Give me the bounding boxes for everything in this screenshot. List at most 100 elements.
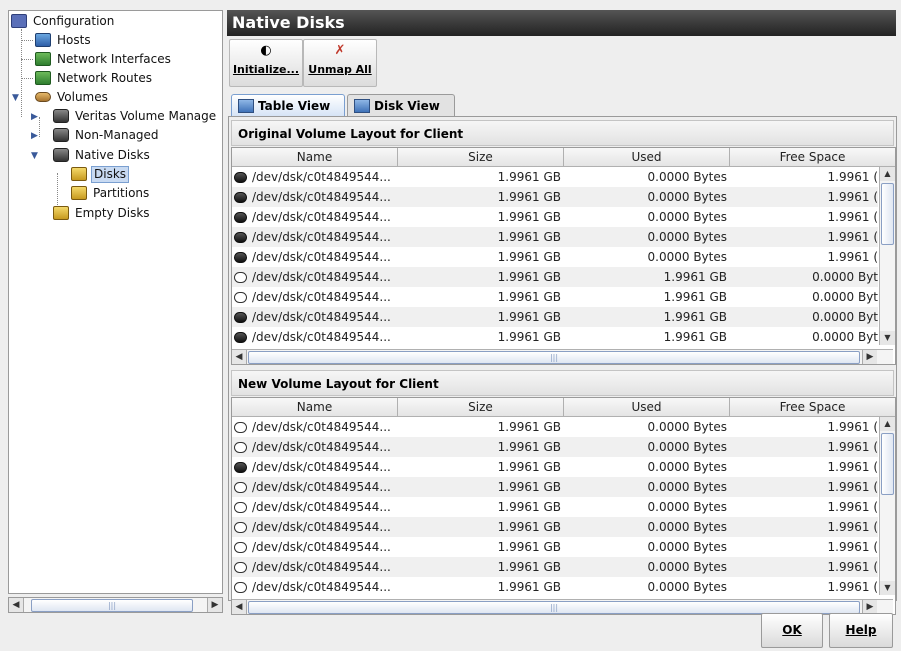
table-row[interactable]: /dev/dsk/c0t4849544... 1.9961 GB 1.9961 GB…	[232, 307, 878, 327]
scrollbar-thumb[interactable]: |||	[248, 351, 860, 364]
expand-toggle-icon[interactable]: ▼	[12, 93, 19, 103]
table-header: Name Size Used Free Space	[232, 398, 895, 417]
tree-item-non-managed[interactable]: Non-Managed	[53, 126, 161, 144]
tree-item-label: Disks	[91, 165, 130, 183]
tree-item-native-disks[interactable]: Native Disks	[53, 146, 152, 164]
table-row[interactable]: /dev/dsk/c0t4849544... 1.9961 GB 0.0000 By…	[232, 417, 878, 437]
table-row[interactable]: /dev/dsk/c0t4849544... 1.9961 GB 0.0000 By…	[232, 207, 878, 227]
cell-free-space: 0.0000 Byt	[812, 270, 878, 284]
unmap-label: Unmap All	[308, 63, 372, 76]
table-row[interactable]: /dev/dsk/c0t4849544... 1.9961 GB 0.0000 By…	[232, 457, 878, 477]
original-vertical-scrollbar[interactable]: ▲ ▼	[879, 167, 895, 345]
tree-item-hosts[interactable]: Hosts	[35, 31, 93, 49]
tree-item-volumes[interactable]: Volumes	[35, 88, 110, 106]
tree-item-network-interfaces[interactable]: Network Interfaces	[35, 50, 173, 68]
table-row[interactable]: /dev/dsk/c0t4849544... 1.9961 GB 0.0000 By…	[232, 227, 878, 247]
disk-filled-icon	[234, 171, 247, 183]
table-row[interactable]: /dev/dsk/c0t4849544... 1.9961 GB 0.0000 By…	[232, 497, 878, 517]
column-header-used[interactable]: Used	[564, 398, 730, 416]
cell-free-space: 1.9961 (	[827, 460, 878, 474]
cell-free-space: 0.0000 Byt	[812, 330, 878, 344]
unmap-all-button[interactable]: ✗ Unmap All	[303, 39, 377, 87]
column-header-size[interactable]: Size	[398, 148, 564, 166]
cell-size: 1.9961 GB	[497, 440, 561, 454]
network-route-icon	[35, 71, 51, 85]
table-row[interactable]: /dev/dsk/c0t4849544... 1.9961 GB 0.0000 By…	[232, 477, 878, 497]
table-row[interactable]: /dev/dsk/c0t4849544... 1.9961 GB 1.9961 GB…	[232, 287, 878, 307]
cell-name: /dev/dsk/c0t4849544...	[232, 477, 398, 497]
tree-item-label: Configuration	[33, 14, 115, 28]
table-row[interactable]: /dev/dsk/c0t4849544... 1.9961 GB 0.0000 By…	[232, 577, 878, 597]
scroll-up-icon[interactable]: ▲	[880, 417, 895, 431]
scroll-left-icon[interactable]: ◀	[232, 600, 247, 614]
scroll-down-icon[interactable]: ▼	[880, 331, 895, 345]
disk-filled-icon	[234, 191, 247, 203]
expand-toggle-icon[interactable]: ▶	[31, 112, 38, 122]
tree-item-disks[interactable]: Disks	[71, 165, 130, 183]
new-layout-table[interactable]: Name Size Used Free Space /dev/dsk/c0t48…	[231, 397, 896, 615]
disk-name: /dev/dsk/c0t4849544...	[252, 520, 391, 534]
cell-free-space: 1.9961 (	[827, 210, 878, 224]
scroll-down-icon[interactable]: ▼	[880, 581, 895, 595]
column-header-name[interactable]: Name	[232, 398, 398, 416]
table-row[interactable]: /dev/dsk/c0t4849544... 1.9961 GB 0.0000 By…	[232, 437, 878, 457]
tree-guide-line	[39, 117, 40, 137]
tree-horizontal-scrollbar[interactable]: ◀ ||| ▶	[8, 597, 223, 613]
cell-size: 1.9961 GB	[497, 290, 561, 304]
cell-free-space: 1.9961 (	[827, 580, 878, 594]
disk-name: /dev/dsk/c0t4849544...	[252, 270, 391, 284]
configuration-tree[interactable]: Configuration Hosts Network Interfaces N…	[8, 10, 223, 594]
cell-used: 0.0000 Bytes	[647, 230, 727, 244]
page-title: Native Disks	[227, 10, 896, 36]
column-header-free-space[interactable]: Free Space	[730, 398, 895, 416]
new-vertical-scrollbar[interactable]: ▲ ▼	[879, 417, 895, 595]
scroll-left-icon[interactable]: ◀	[9, 598, 24, 612]
tree-item-empty-disks[interactable]: Empty Disks	[53, 204, 152, 222]
cell-name: /dev/dsk/c0t4849544...	[232, 287, 398, 307]
scroll-left-icon[interactable]: ◀	[232, 350, 247, 364]
cell-name: /dev/dsk/c0t4849544...	[232, 247, 398, 267]
folder-icon	[71, 167, 87, 181]
tree-item-label: Partitions	[93, 186, 150, 200]
new-horizontal-scrollbar[interactable]: ◀ ||| ▶	[232, 599, 893, 614]
network-interface-icon	[35, 52, 51, 66]
scroll-right-icon[interactable]: ▶	[207, 598, 222, 612]
table-row[interactable]: /dev/dsk/c0t4849544... 1.9961 GB 0.0000 By…	[232, 247, 878, 267]
scrollbar-thumb[interactable]	[881, 433, 894, 495]
table-row[interactable]: /dev/dsk/c0t4849544... 1.9961 GB 1.9961 GB…	[232, 267, 878, 287]
column-header-size[interactable]: Size	[398, 398, 564, 416]
column-header-free-space[interactable]: Free Space	[730, 148, 895, 166]
scroll-up-icon[interactable]: ▲	[880, 167, 895, 181]
table-row[interactable]: /dev/dsk/c0t4849544... 1.9961 GB 1.9961 GB…	[232, 327, 878, 347]
original-horizontal-scrollbar[interactable]: ◀ ||| ▶	[232, 349, 893, 364]
help-button[interactable]: Help	[829, 613, 893, 648]
tree-item-veritas-volume-manager[interactable]: Veritas Volume Manage	[53, 107, 218, 125]
scroll-right-icon[interactable]: ▶	[862, 350, 877, 364]
table-row[interactable]: /dev/dsk/c0t4849544... 1.9961 GB 0.0000 By…	[232, 557, 878, 577]
scrollbar-thumb[interactable]: |||	[31, 599, 193, 612]
ok-button[interactable]: OK	[761, 613, 823, 648]
tab-table-view[interactable]: Table View	[231, 94, 345, 116]
expand-toggle-icon[interactable]: ▶	[31, 131, 38, 141]
cell-used: 0.0000 Bytes	[647, 580, 727, 594]
table-row[interactable]: /dev/dsk/c0t4849544... 1.9961 GB 0.0000 By…	[232, 537, 878, 557]
scrollbar-thumb[interactable]	[881, 183, 894, 245]
table-row[interactable]: /dev/dsk/c0t4849544... 1.9961 GB 0.0000 By…	[232, 167, 878, 187]
cell-size: 1.9961 GB	[497, 190, 561, 204]
cell-free-space: 1.9961 (	[827, 230, 878, 244]
cell-name: /dev/dsk/c0t4849544...	[232, 517, 398, 537]
tree-item-network-routes[interactable]: Network Routes	[35, 69, 154, 87]
disk-filled-icon	[234, 211, 247, 223]
tree-item-configuration[interactable]: Configuration	[11, 12, 116, 30]
scroll-right-icon[interactable]: ▶	[862, 600, 877, 614]
column-header-name[interactable]: Name	[232, 148, 398, 166]
initialize-button[interactable]: ◐ Initialize...	[229, 39, 303, 87]
tree-item-partitions[interactable]: Partitions	[71, 184, 151, 202]
table-row[interactable]: /dev/dsk/c0t4849544... 1.9961 GB 0.0000 By…	[232, 187, 878, 207]
table-row[interactable]: /dev/dsk/c0t4849544... 1.9961 GB 0.0000 By…	[232, 517, 878, 537]
expand-toggle-icon[interactable]: ▼	[31, 151, 38, 161]
original-layout-table[interactable]: Name Size Used Free Space /dev/dsk/c0t48…	[231, 147, 896, 365]
column-header-used[interactable]: Used	[564, 148, 730, 166]
tab-disk-view[interactable]: Disk View	[347, 94, 455, 116]
cell-size: 1.9961 GB	[497, 460, 561, 474]
